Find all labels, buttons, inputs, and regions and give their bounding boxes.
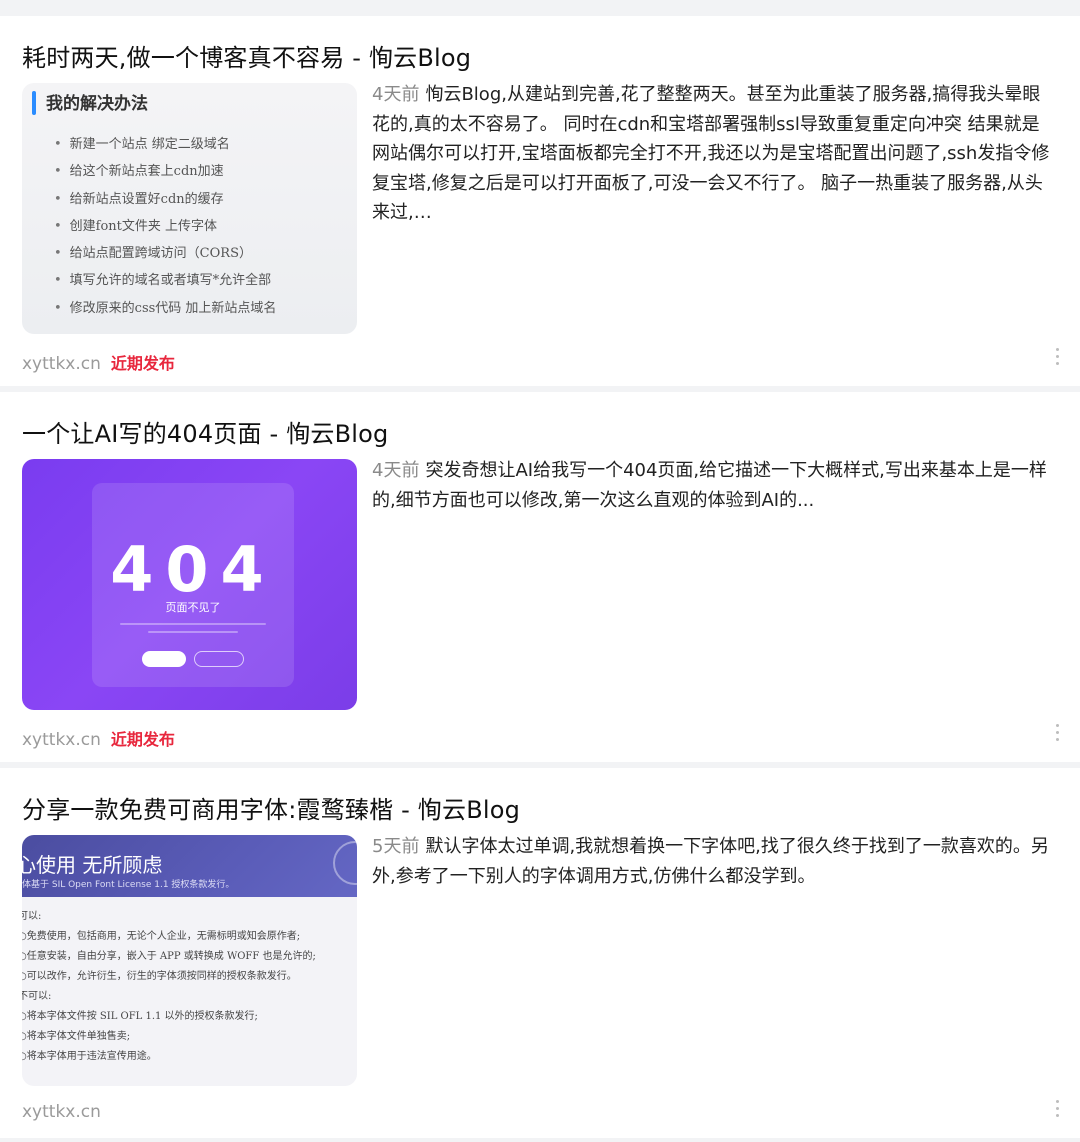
result-site[interactable]: xyttkx.cn: [22, 1102, 101, 1122]
result-title[interactable]: 一个让AI写的404页面 - 恂云Blog: [22, 414, 388, 449]
result-time: 5天前: [372, 836, 420, 857]
result-card[interactable]: 分享一款免费可商用字体:霞鹜臻楷 - 恂云Blog 心使用 无所顾虑 体基于 S…: [0, 768, 1080, 1138]
result-card[interactable]: 一个让AI写的404页面 - 恂云Blog 404 页面不见了 4天前 突发奇想让…: [0, 392, 1080, 762]
decor-circle: [333, 841, 357, 885]
snippet-text: 恂云Blog,从建站到完善,花了整整两天。甚至为此重装了服务器,搞得我头晕眼花的…: [372, 84, 1050, 223]
thumb-line: 可以:: [22, 911, 42, 922]
result-site[interactable]: xyttkx.cn: [22, 730, 101, 750]
result-time: 4天前: [372, 460, 420, 481]
result-title[interactable]: 耗时两天,做一个博客真不容易 - 恂云Blog: [22, 38, 471, 73]
result-thumbnail[interactable]: 心使用 无所顾虑 体基于 SIL Open Font License 1.1 授…: [22, 835, 357, 1086]
thumb-line: ○任意安装，自由分享，嵌入于 APP 或转换成 WOFF 也是允许的;: [22, 951, 316, 962]
result-snippet: 4天前 恂云Blog,从建站到完善,花了整整两天。甚至为此重装了服务器,搞得我头晕…: [372, 80, 1057, 228]
thumb-subheading: 体基于 SIL Open Font License 1.1 授权条款发行。: [22, 880, 235, 890]
thumb-panel: 404 页面不见了: [92, 483, 294, 687]
thumb-header: 心使用 无所顾虑 体基于 SIL Open Font License 1.1 授…: [22, 835, 357, 897]
thumb-list-item: 修改原来的css代码 加上新站点域名: [54, 297, 277, 324]
thumb-list-item: 给站点配置跨域访问（CORS）: [54, 242, 276, 269]
result-snippet: 4天前 突发奇想让AI给我写一个404页面,给它描述一下大概样式,写出来基本上是一…: [372, 456, 1057, 515]
result-time: 4天前: [372, 84, 420, 105]
thumb-heading: 心使用 无所顾虑: [22, 853, 163, 877]
result-card[interactable]: 耗时两天,做一个博客真不容易 - 恂云Blog 我的解决办法 新建一个站点 绑定…: [0, 16, 1080, 386]
thumb-list-item: 新建一个站点 绑定二级域名: [54, 133, 276, 160]
thumb-list-item: 填写允许的域名或者填写*允许全部: [54, 269, 276, 296]
thumb-line: ○将本字体文件按 SIL OFL 1.1 以外的授权条款发行;: [22, 1011, 258, 1022]
snippet-text: 默认字体太过单调,我就想着换一下字体吧,找了很久终于找到了一款喜欢的。另外,参考…: [372, 836, 1049, 887]
thumb-list-item: 创建font文件夹 上传字体: [54, 215, 276, 242]
thumb-text-line: [120, 623, 266, 625]
result-snippet: 5天前 默认字体太过单调,我就想着换一下字体吧,找了很久终于找到了一款喜欢的。另外…: [372, 832, 1057, 891]
thumb-heading: 我的解决办法: [46, 94, 148, 114]
recent-tag: 近期发布: [110, 354, 175, 373]
thumb-line: 不可以:: [22, 991, 52, 1002]
thumb-list-item: 给这个新站点套上cdn加速: [54, 160, 276, 187]
result-footer: xyttkx.cn: [22, 1102, 101, 1122]
snippet-text: 突发奇想让AI给我写一个404页面,给它描述一下大概样式,写出来基本上是一样的,…: [372, 460, 1047, 511]
thumb-list-item: 给新站点设置好cdn的缓存: [54, 188, 276, 215]
result-site[interactable]: xyttkx.cn: [22, 354, 101, 374]
result-thumbnail[interactable]: 404 页面不见了: [22, 459, 357, 710]
more-options-icon[interactable]: [1054, 1100, 1060, 1120]
recent-tag: 近期发布: [110, 730, 175, 749]
thumb-404: 404: [110, 533, 276, 606]
result-thumbnail[interactable]: 我的解决办法 新建一个站点 绑定二级域名 给这个新站点套上cdn加速 给新站点设…: [22, 83, 357, 334]
more-options-icon[interactable]: [1054, 724, 1060, 744]
thumb-list: 新建一个站点 绑定二级域名 给这个新站点套上cdn加速 给新站点设置好cdn的缓…: [54, 133, 277, 324]
thumb-line: ○免费使用，包括商用，无论个人企业，无需标明或知会原作者;: [22, 931, 301, 942]
thumb-body: 可以: ○免费使用，包括商用，无论个人企业，无需标明或知会原作者; ○任意安装，…: [22, 907, 316, 1067]
accent-bar: [32, 91, 36, 115]
result-title[interactable]: 分享一款免费可商用字体:霞鹜臻楷 - 恂云Blog: [22, 790, 520, 825]
result-footer: xyttkx.cn 近期发布: [22, 726, 175, 750]
more-options-icon[interactable]: [1054, 348, 1060, 368]
thumb-line: ○将本字体用于违法宣传用途。: [22, 1051, 157, 1062]
thumb-subtitle: 页面不见了: [165, 601, 221, 614]
thumb-button: [142, 651, 186, 667]
result-footer: xyttkx.cn 近期发布: [22, 350, 175, 374]
thumb-button: [194, 651, 244, 667]
thumb-line: ○可以改作，允许衍生，衍生的字体须按同样的授权条款发行。: [22, 971, 297, 982]
thumb-text-line: [148, 631, 238, 633]
thumb-line: ○将本字体文件单独售卖;: [22, 1031, 131, 1042]
